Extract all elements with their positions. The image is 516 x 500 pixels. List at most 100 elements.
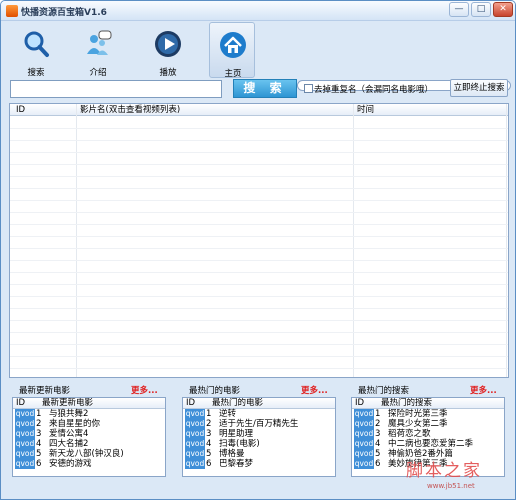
item-id: 5 [206,449,212,459]
qvod-tag: qvod [354,459,374,469]
item-name: 新天龙八部(钟汉良) [49,449,124,459]
list-item[interactable]: qvod 6 巴黎春梦 [183,459,335,469]
more-link[interactable]: 更多... [470,384,497,396]
item-id: 5 [375,449,381,459]
item-name: 四大名捕2 [49,439,89,449]
item-id: 1 [375,409,381,419]
latest-movies-list[interactable]: ID 最新更新电影 qvod 1 与狼共舞2 qvod 2 来自星星的你 qvod 3 爱情… [12,397,166,477]
item-name: 魔具少女第二季 [388,419,448,429]
list-item[interactable]: qvod 1 与狼共舞2 [13,409,165,419]
grid-line [10,188,508,189]
list-item[interactable]: qvod 2 适于先生/百万精先生 [183,419,335,429]
toolbar-home-button[interactable]: 主页 [209,22,255,79]
panel-title: 最热门的搜索 [358,386,410,396]
more-link[interactable]: 更多... [131,384,158,396]
toolbar-intro-button[interactable]: 介绍 [75,22,121,78]
list-item[interactable]: qvod 4 四大名捕2 [13,439,165,449]
qvod-tag: qvod [354,439,374,449]
item-id: 3 [36,429,42,439]
panel-title: 最新更新电影 [19,386,71,396]
grid-line [10,344,508,345]
window-title: 快播资源百宝箱V1.6 [21,8,107,18]
list-item[interactable]: qvod 5 新天龙八部(钟汉良) [13,449,165,459]
column-time[interactable]: 时间 [357,104,374,116]
list-header: ID 最热门的电影 [183,398,335,409]
grid-line [10,368,508,369]
list-item[interactable]: qvod 2 魔具少女第二季 [352,419,504,429]
search-input[interactable] [10,80,222,98]
list-item[interactable]: qvod 2 来自星星的你 [13,419,165,429]
results-table[interactable]: ID 影片名(双击查看视频列表) 时间 [9,103,509,378]
toolbar-play-button[interactable]: 播放 [145,22,191,78]
list-header-id: ID [186,398,196,408]
watermark-url: www.jb51.net [427,482,475,490]
item-name: 来自星星的你 [49,419,101,429]
watermark-logo: 脚本之家 [406,461,482,481]
title-bar[interactable]: 快播资源百宝箱V1.6 — □ ✕ [1,1,515,21]
list-header-name: 最热门的搜索 [381,398,433,408]
list-item[interactable]: qvod 4 中二病也要恋爱第二季 [352,439,504,449]
grid-line [10,176,508,177]
item-id: 4 [375,439,381,449]
column-id[interactable]: ID [16,104,25,116]
list-item[interactable]: qvod 1 探险时光第三季 [352,409,504,419]
item-name: 明星助理 [219,429,254,439]
grid-line [10,320,508,321]
item-id: 2 [206,419,212,429]
grid-line [10,200,508,201]
grid-line [10,332,508,333]
list-header-name: 最新更新电影 [42,398,94,408]
list-item[interactable]: qvod 3 稻荷恋之歌 [352,429,504,439]
item-id: 1 [36,409,42,419]
more-link[interactable]: 更多... [301,384,328,396]
list-item[interactable]: qvod 6 安德的游戏 [13,459,165,469]
item-id: 4 [36,439,42,449]
list-item[interactable]: qvod 5 博格曼 [183,449,335,459]
item-id: 4 [206,439,212,449]
magnifier-icon [24,31,49,57]
item-name: 适于先生/百万精先生 [219,419,299,429]
grid-line [10,284,508,285]
qvod-tag: qvod [354,419,374,429]
item-id: 6 [206,459,212,469]
people-chat-icon [87,30,112,55]
list-header: ID 最新更新电影 [13,398,165,409]
toolbar-search-button[interactable]: 搜索 [13,22,59,78]
app-window: 快播资源百宝箱V1.6 — □ ✕ 搜索 介绍 播放 主页 搜 索 去掉重复名（… [0,0,516,500]
minimize-button[interactable]: — [449,2,469,17]
item-id: 6 [375,459,381,469]
list-item[interactable]: qvod 3 爱情公寓4 [13,429,165,439]
item-id: 5 [36,449,42,459]
grid-line [10,140,508,141]
qvod-tag: qvod [354,449,374,459]
item-name: 与狼共舞2 [49,409,89,419]
item-name: 博格曼 [219,449,245,459]
grid-line [10,128,508,129]
column-divider [353,104,354,377]
list-item[interactable]: qvod 1 逆转 [183,409,335,419]
stop-search-button[interactable]: 立即终止搜索 [450,79,508,97]
grid-line [10,248,508,249]
toolbar-search-label: 搜索 [27,68,45,78]
maximize-button[interactable]: □ [471,2,491,17]
item-id: 3 [206,429,212,439]
results-header: ID 影片名(双击查看视频列表) 时间 [10,104,508,116]
qvod-tag: qvod [185,439,205,449]
list-header-id: ID [16,398,26,408]
item-id: 3 [375,429,381,439]
qvod-tag: qvod [15,449,35,459]
qvod-tag: qvod [354,409,374,419]
qvod-tag: qvod [185,409,205,419]
close-button[interactable]: ✕ [493,2,513,17]
latest-movies-panel: 最新更新电影 更多... ID 最新更新电影 qvod 1 与狼共舞2 qvod 2 来… [11,384,167,477]
dedupe-checkbox[interactable] [304,84,313,93]
hot-movies-list[interactable]: ID 最热门的电影 qvod 1 逆转 qvod 2 适于先生/百万精先生 qvod 3 明… [182,397,336,477]
item-id: 6 [36,459,42,469]
item-id: 1 [206,409,212,419]
search-button[interactable]: 搜 索 [233,79,297,98]
list-item[interactable]: qvod 3 明星助理 [183,429,335,439]
grid-line [10,212,508,213]
list-item[interactable]: qvod 4 扫毒(电影) [183,439,335,449]
qvod-tag: qvod [185,429,205,439]
column-movie-name[interactable]: 影片名(双击查看视频列表) [80,104,180,116]
